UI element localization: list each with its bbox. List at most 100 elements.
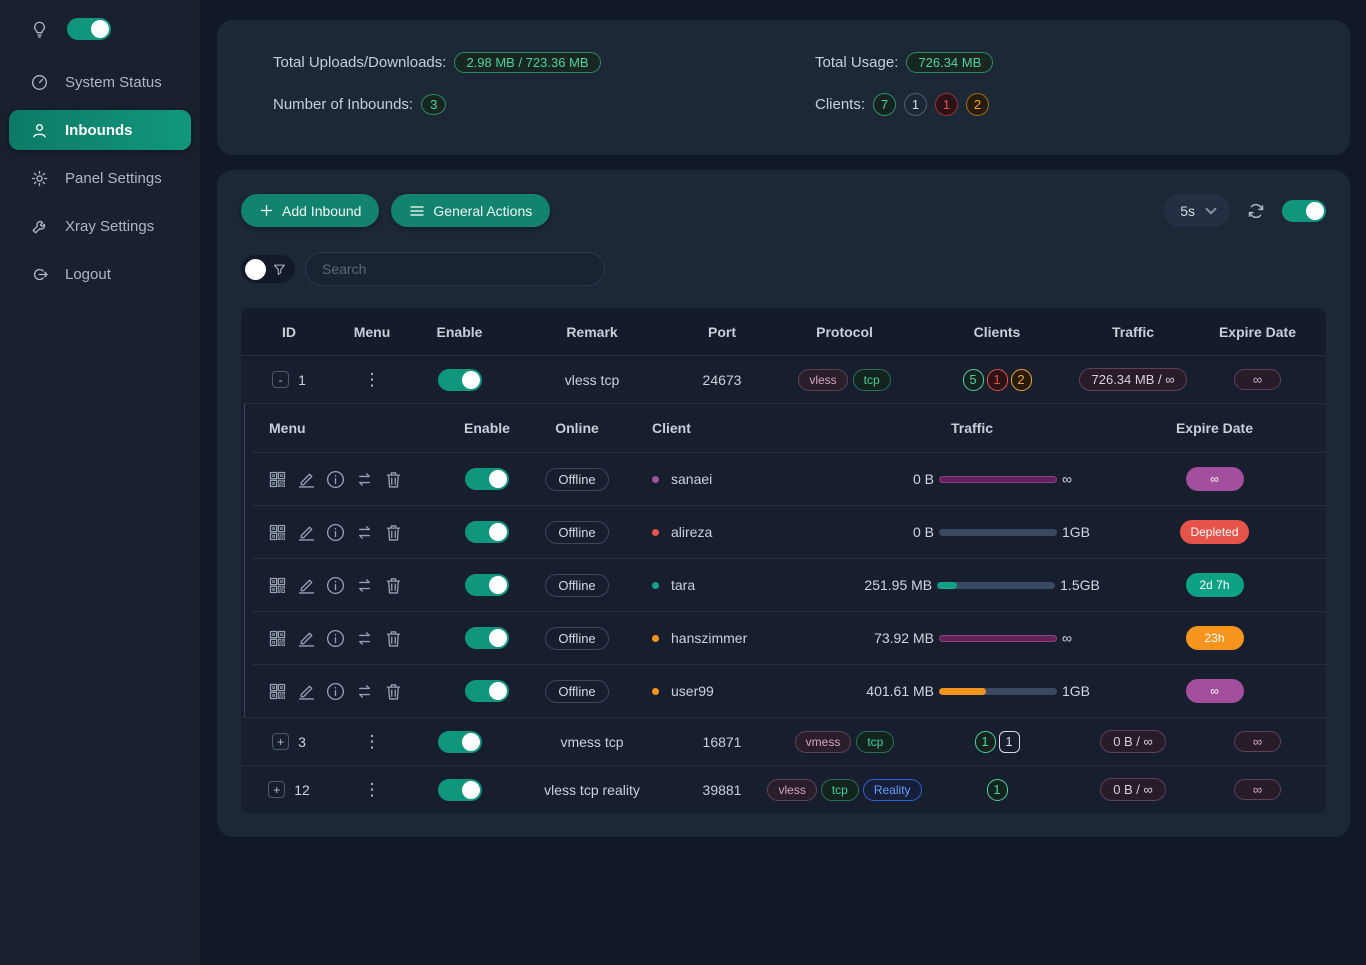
- edit-icon[interactable]: [296, 628, 317, 649]
- client-enable-toggle[interactable]: [465, 574, 509, 596]
- inbound-enable-toggle[interactable]: [438, 369, 482, 391]
- auto-refresh-toggle[interactable]: [1282, 200, 1326, 222]
- inbound-remark: vmess tcp: [512, 734, 672, 750]
- collapse-row-button[interactable]: -: [272, 371, 289, 388]
- info-icon[interactable]: [325, 469, 346, 490]
- edit-icon[interactable]: [296, 575, 317, 596]
- expand-row-button[interactable]: +: [272, 733, 289, 750]
- inbound-port: 24673: [672, 372, 772, 388]
- col-client: Client: [622, 420, 842, 436]
- traffic-badge: 0 B / ∞: [1100, 778, 1166, 801]
- client-count-badge: 5: [963, 369, 984, 391]
- trash-icon[interactable]: [383, 628, 404, 649]
- row-menu-button[interactable]: ⋮: [364, 780, 381, 800]
- logout-icon: [30, 265, 49, 284]
- info-icon[interactable]: [325, 575, 346, 596]
- traffic-used: 401.61 MB: [846, 683, 934, 699]
- col-protocol: Protocol: [772, 324, 917, 340]
- client-enable-toggle[interactable]: [465, 680, 509, 702]
- inbound-row: + 3 ⋮ vmess tcp 16871 vmess tcp 1 1 0 B …: [241, 717, 1326, 765]
- inbound-port: 39881: [672, 782, 772, 798]
- client-subtable: Menu Enable Online Client Traffic Expire…: [244, 403, 1326, 717]
- client-color-dot: [652, 635, 659, 642]
- qr-code-icon[interactable]: [267, 681, 288, 702]
- general-actions-button[interactable]: General Actions: [391, 194, 550, 227]
- refresh-interval-select[interactable]: 5s: [1164, 194, 1230, 227]
- trash-icon[interactable]: [383, 681, 404, 702]
- menu-lines-icon: [409, 204, 425, 218]
- inbound-id: 3: [298, 734, 306, 750]
- trash-icon[interactable]: [383, 469, 404, 490]
- expand-row-button[interactable]: +: [268, 781, 285, 798]
- inbound-port: 16871: [672, 734, 772, 750]
- sidebar-item-logout[interactable]: Logout: [0, 254, 200, 294]
- edit-icon[interactable]: [296, 681, 317, 702]
- bulb-icon: [30, 20, 49, 39]
- col-expire: Expire Date: [1189, 324, 1326, 340]
- reset-traffic-icon[interactable]: [354, 628, 375, 649]
- clients-label: Clients:: [815, 96, 865, 113]
- col-traffic: Traffic: [1077, 324, 1189, 340]
- edit-icon[interactable]: [296, 469, 317, 490]
- online-status-badge: Offline: [545, 680, 608, 703]
- reset-traffic-icon[interactable]: [354, 681, 375, 702]
- qr-code-icon[interactable]: [267, 575, 288, 596]
- protocol-badge: vless: [798, 369, 847, 391]
- info-icon[interactable]: [325, 522, 346, 543]
- info-icon[interactable]: [325, 681, 346, 702]
- clients-depleted-badge: 1: [935, 93, 958, 116]
- clients-online-badge: 1: [904, 93, 927, 116]
- client-enable-toggle[interactable]: [465, 468, 509, 490]
- dashboard-icon: [30, 73, 49, 92]
- refresh-button[interactable]: [1246, 201, 1266, 221]
- qr-code-icon[interactable]: [267, 469, 288, 490]
- inbound-enable-toggle[interactable]: [438, 779, 482, 801]
- traffic-limit: ∞: [1062, 630, 1098, 646]
- depleted-filter-toggle[interactable]: [241, 255, 295, 283]
- col-online: Online: [532, 420, 622, 436]
- sidebar-item-xray-settings[interactable]: Xray Settings: [0, 206, 200, 246]
- client-name: hanszimmer: [671, 630, 747, 646]
- online-status-badge: Offline: [545, 627, 608, 650]
- wrench-icon: [30, 217, 49, 236]
- dark-theme-toggle[interactable]: [67, 18, 111, 40]
- add-inbound-button[interactable]: Add Inbound: [241, 194, 379, 227]
- traffic-used: 251.95 MB: [844, 577, 932, 593]
- client-enable-toggle[interactable]: [465, 627, 509, 649]
- sidebar-item-label: System Status: [65, 74, 162, 91]
- expire-badge: ∞: [1186, 467, 1244, 491]
- usage-value-badge: 726.34 MB: [906, 52, 993, 73]
- client-count-badge: 1: [987, 369, 1008, 391]
- qr-code-icon[interactable]: [267, 628, 288, 649]
- row-menu-button[interactable]: ⋮: [364, 732, 381, 752]
- client-enable-toggle[interactable]: [465, 521, 509, 543]
- sidebar-item-inbounds[interactable]: Inbounds: [9, 110, 191, 150]
- protocol-badge: tcp: [853, 369, 891, 391]
- filter-toggle-knob: [245, 259, 266, 280]
- refresh-icon: [1246, 201, 1266, 221]
- expire-badge: ∞: [1234, 779, 1281, 800]
- inbound-enable-toggle[interactable]: [438, 731, 482, 753]
- edit-icon[interactable]: [296, 522, 317, 543]
- reset-traffic-icon[interactable]: [354, 522, 375, 543]
- client-count-badge: 1: [999, 731, 1020, 753]
- sidebar-item-system-status[interactable]: System Status: [0, 62, 200, 102]
- reset-traffic-icon[interactable]: [354, 575, 375, 596]
- info-icon[interactable]: [325, 628, 346, 649]
- sidebar-item-panel-settings[interactable]: Panel Settings: [0, 158, 200, 198]
- row-menu-button[interactable]: ⋮: [364, 370, 381, 390]
- inbounds-panel: Add Inbound General Actions 5s: [217, 170, 1350, 837]
- trash-icon[interactable]: [383, 575, 404, 596]
- reset-traffic-icon[interactable]: [354, 469, 375, 490]
- inbound-remark: vless tcp reality: [512, 782, 672, 798]
- search-input[interactable]: [305, 252, 605, 286]
- traffic-badge: 0 B / ∞: [1100, 730, 1166, 753]
- trash-icon[interactable]: [383, 522, 404, 543]
- client-row: Offline alireza 0 B 1GB Depleted: [252, 505, 1326, 558]
- client-row: Offline hanszimmer 73.92 MB ∞ 23h: [252, 611, 1326, 664]
- client-table-header: Menu Enable Online Client Traffic Expire…: [252, 404, 1326, 452]
- protocol-badge: tcp: [821, 779, 859, 801]
- search-row: [241, 252, 1326, 286]
- toolbar: Add Inbound General Actions 5s: [241, 194, 1326, 227]
- qr-code-icon[interactable]: [267, 522, 288, 543]
